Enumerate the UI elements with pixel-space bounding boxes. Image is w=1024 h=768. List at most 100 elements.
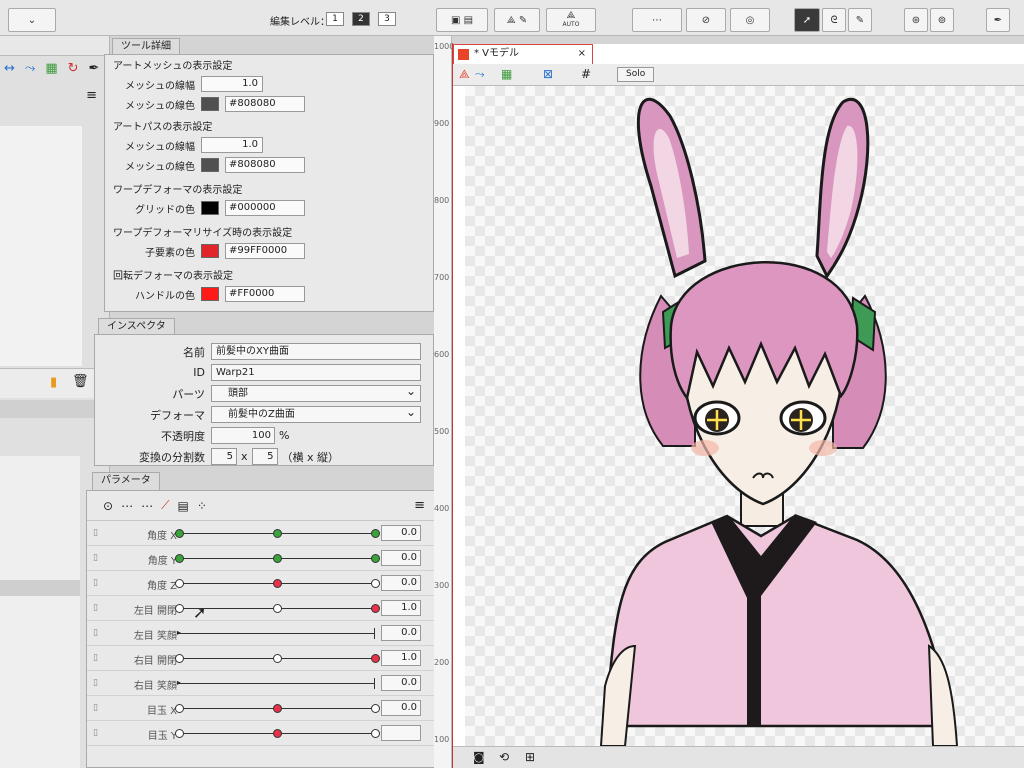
pen-tool-button[interactable]: ✒ (986, 8, 1010, 32)
parameter-value-field[interactable]: 0.0 (381, 625, 421, 641)
rotation-deformer-button[interactable]: ⊘ (686, 8, 726, 32)
keyform-dot[interactable] (175, 704, 184, 713)
path-color-field[interactable]: #808080 (225, 157, 305, 173)
document-tab[interactable]: * Vモデル × (453, 44, 593, 64)
keyform-dot[interactable] (273, 529, 282, 538)
keyform-dot[interactable] (371, 579, 380, 588)
lock-icon[interactable]: ▯ (93, 528, 98, 538)
path-overlay-icon[interactable]: ⤳ (475, 67, 485, 82)
lock-icon[interactable]: ▯ (93, 678, 98, 688)
menu-icon[interactable]: ≡ (414, 498, 425, 513)
parameter-row[interactable]: ▯ 目玉 X 0.0 (87, 696, 435, 721)
delete-keyform-icon[interactable]: ⟋ (161, 498, 169, 513)
menu-icon[interactable]: ≡ (86, 88, 97, 103)
parameter-row[interactable]: ▯ 角度 Z 0.0 (87, 571, 435, 596)
keyform-dot[interactable] (273, 579, 282, 588)
parameter-row[interactable]: ▯ 角度 X 0.0 (87, 521, 435, 546)
mesh-width-field[interactable]: 1.0 (201, 76, 263, 92)
select-tool-button[interactable]: ➚ (794, 8, 820, 32)
list-item[interactable] (0, 580, 80, 596)
add-three-keyforms-icon[interactable]: ⋯ (141, 499, 153, 513)
pin-tool-button[interactable]: ⊛ (904, 8, 928, 32)
deformer-overlay-icon[interactable]: ▦ (501, 67, 512, 81)
lock-icon[interactable]: ▯ (93, 653, 98, 663)
name-field[interactable]: 前髪中のXY曲面 (211, 343, 421, 360)
parameter-value-field[interactable]: 1.0 (381, 650, 421, 666)
lasso-tool-button[interactable]: ᘓ (822, 8, 846, 32)
trash-icon[interactable]: 🗑 (72, 374, 89, 389)
lock-icon[interactable]: ▯ (93, 578, 98, 588)
model-canvas[interactable] (465, 86, 1024, 746)
deformer-grid-button[interactable]: ⋯ (632, 8, 682, 32)
solo-button[interactable]: Solo (617, 67, 655, 82)
keyform-dot[interactable] (371, 704, 380, 713)
parameter-value-field[interactable]: 0.0 (381, 675, 421, 691)
view-dropdown[interactable]: ⌄ (8, 8, 56, 32)
brush-tool-button[interactable]: ✎ (848, 8, 872, 32)
parameter-row[interactable]: ▯ 角度 Y 0.0 (87, 546, 435, 571)
path-color-swatch[interactable] (201, 158, 219, 172)
parameter-value-field[interactable]: 1.0 (381, 600, 421, 616)
parameter-value-field[interactable] (381, 725, 421, 741)
deformer-select[interactable]: 前髪中のZ曲面 (211, 405, 421, 423)
mesh-edit-button[interactable]: ⟁ ✎ (494, 8, 540, 32)
division-x-field[interactable]: 5 (211, 448, 237, 465)
arrow-icon[interactable]: ↔ (4, 61, 15, 76)
parameter-value-field[interactable]: 0.0 (381, 575, 421, 591)
parameter-slider-track[interactable] (179, 633, 375, 634)
folder-icon[interactable]: ▮ (50, 375, 57, 390)
keyform-dot[interactable] (371, 604, 380, 613)
keyform-dot[interactable] (175, 529, 184, 538)
lock-icon[interactable]: ▯ (93, 603, 98, 613)
lock-icon[interactable]: ▯ (93, 703, 98, 713)
keyform-dot[interactable] (175, 604, 184, 613)
play-icon[interactable]: ⊙ (103, 499, 113, 513)
opacity-field[interactable]: 100 (211, 427, 275, 444)
mesh-overlay-icon[interactable]: ⟁ (459, 67, 470, 82)
parts-select[interactable]: 頭部 (211, 384, 421, 402)
keyform-dot[interactable] (273, 604, 282, 613)
bounds-icon[interactable]: ⊠ (543, 67, 553, 81)
glue-button[interactable]: ◎ (730, 8, 770, 32)
parameter-value-field[interactable]: 0.0 (381, 700, 421, 716)
parameter-slider-track[interactable] (179, 683, 375, 684)
child-color-swatch[interactable] (201, 244, 219, 258)
keyform-grid-icon[interactable]: ⁘ (197, 499, 207, 513)
mesh-color-field[interactable]: #808080 (225, 96, 305, 112)
handle-color-field[interactable]: #FF0000 (225, 286, 305, 302)
division-y-field[interactable]: 5 (251, 448, 278, 465)
edit-level-2[interactable]: 2 (352, 12, 370, 26)
keyform-dot[interactable] (175, 579, 184, 588)
id-field[interactable]: Warp21 (211, 364, 421, 381)
keyform-table-icon[interactable]: ▤ (177, 499, 188, 513)
keyform-dot[interactable] (175, 729, 184, 738)
grid-color-field[interactable]: #000000 (225, 200, 305, 216)
keyform-dot[interactable] (273, 704, 282, 713)
keyform-dot[interactable] (273, 729, 282, 738)
keyform-dot[interactable] (175, 654, 184, 663)
curve-icon[interactable]: ⤳ (25, 61, 35, 76)
child-color-field[interactable]: #99FF0000 (225, 243, 305, 259)
parameter-value-field[interactable]: 0.0 (381, 525, 421, 541)
edit-level-1[interactable]: 1 (326, 12, 344, 26)
tab-parameters[interactable]: パラメータ (92, 472, 160, 490)
path-width-field[interactable]: 1.0 (201, 137, 263, 153)
parameter-row[interactable]: ▯ 右目 開閉 1.0 (87, 646, 435, 671)
lock-icon[interactable]: ▯ (93, 628, 98, 638)
slider-start-marker[interactable]: ▸ (177, 628, 181, 637)
keyform-dot[interactable] (273, 654, 282, 663)
keyform-dot[interactable] (371, 554, 380, 563)
pin-icon[interactable]: ✒ (89, 61, 100, 76)
edit-level-3[interactable]: 3 (378, 12, 396, 26)
parameter-row[interactable]: ▯ 左目 開閉 1.0 (87, 596, 435, 621)
keyform-dot[interactable] (273, 554, 282, 563)
texture-atlas-button[interactable]: ▣ ▤ (436, 8, 488, 32)
close-icon[interactable]: × (578, 45, 586, 63)
lock-icon[interactable]: ▯ (93, 728, 98, 738)
auto-mesh-button[interactable]: ⟁ AUTO (546, 8, 596, 32)
pivot-tool-button[interactable]: ⊚ (930, 8, 954, 32)
parameter-row[interactable]: ▯ 目玉 Y (87, 721, 435, 746)
slider-start-marker[interactable]: ▸ (177, 678, 181, 687)
add-keyform-icon[interactable]: ⋯ (121, 499, 133, 513)
keyform-dot[interactable] (371, 529, 380, 538)
